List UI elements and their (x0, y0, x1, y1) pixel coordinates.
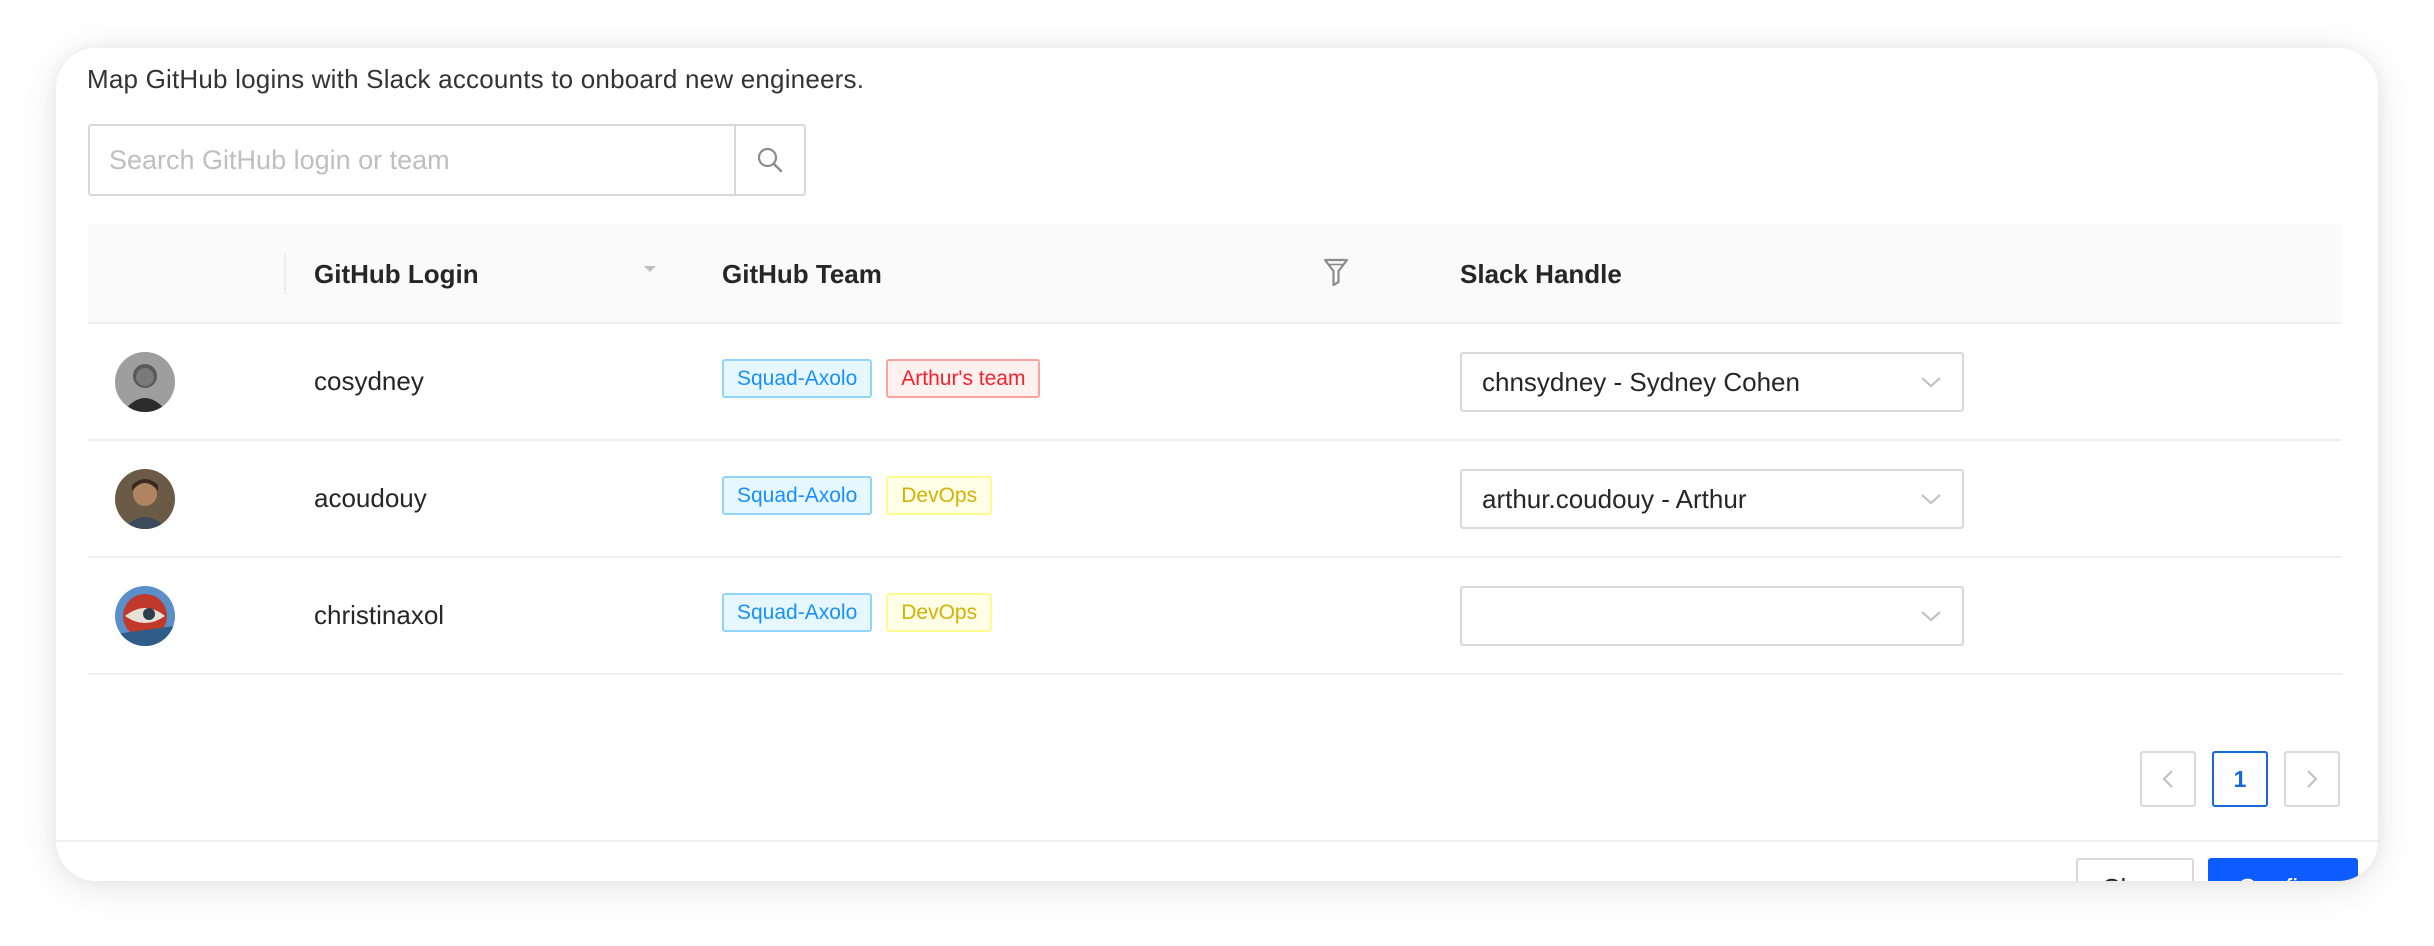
header-github-login[interactable]: GitHub Login (314, 224, 479, 324)
team-tag: DevOps (886, 593, 993, 632)
close-button[interactable]: Close (2076, 858, 2194, 881)
table-header: GitHub Login GitHub Team Slack Handle (88, 224, 2342, 324)
avatar (115, 352, 175, 412)
chevron-left-icon (2162, 770, 2173, 788)
slack-handle-select[interactable]: arthur.coudouy - Arthur (1460, 469, 1964, 529)
pagination-page-current[interactable]: 1 (2212, 751, 2268, 807)
team-tag: Squad-Axolo (722, 359, 873, 398)
pagination-next-button[interactable] (2284, 751, 2340, 807)
table-row: cosydney Squad-Axolo Arthur's team chnsy… (88, 324, 2342, 441)
team-tag: Squad-Axolo (722, 476, 873, 515)
search-input[interactable] (90, 126, 734, 194)
column-divider (284, 254, 286, 294)
confirm-button[interactable]: Confirm (2208, 858, 2358, 881)
avatar (115, 469, 175, 529)
search-box (88, 124, 806, 196)
team-tags: Squad-Axolo Arthur's team (722, 359, 1041, 398)
team-tag: Arthur's team (886, 359, 1041, 398)
chevron-down-icon (1921, 377, 1941, 388)
slack-handle-value: chnsydney - Sydney Cohen (1482, 366, 1800, 397)
onboarding-modal: Map GitHub logins with Slack accounts to… (56, 48, 2378, 881)
github-login: christinaxol (314, 600, 445, 630)
chevron-right-icon (2307, 770, 2318, 788)
table-row: acoudouy Squad-Axolo DevOps arthur.coudo… (88, 441, 2342, 558)
pagination-prev-button[interactable] (2140, 751, 2196, 807)
search-button[interactable] (734, 126, 804, 194)
table-row: christinaxol Squad-Axolo DevOps (88, 558, 2342, 675)
sort-caret-icon[interactable] (643, 261, 657, 279)
mapping-table: GitHub Login GitHub Team Slack Handle co… (88, 224, 2342, 675)
chevron-down-icon (1921, 611, 1941, 622)
header-slack-handle: Slack Handle (1460, 258, 1622, 289)
chevron-down-icon (1921, 494, 1941, 505)
team-tags: Squad-Axolo DevOps (722, 593, 993, 632)
search-icon (757, 147, 783, 173)
slack-handle-select[interactable]: chnsydney - Sydney Cohen (1460, 352, 1964, 412)
footer-divider (56, 840, 2378, 842)
team-tag: DevOps (886, 476, 993, 515)
github-login: acoudouy (314, 483, 427, 513)
avatar (115, 586, 175, 646)
filter-icon[interactable] (1322, 256, 1350, 293)
github-login: cosydney (314, 366, 424, 396)
team-tags: Squad-Axolo DevOps (722, 476, 993, 515)
slack-handle-select[interactable] (1460, 586, 1964, 646)
slack-handle-value: arthur.coudouy - Arthur (1482, 483, 1747, 514)
team-tag: Squad-Axolo (722, 593, 873, 632)
header-github-team: GitHub Team (722, 258, 882, 289)
modal-description: Map GitHub logins with Slack accounts to… (87, 64, 865, 94)
